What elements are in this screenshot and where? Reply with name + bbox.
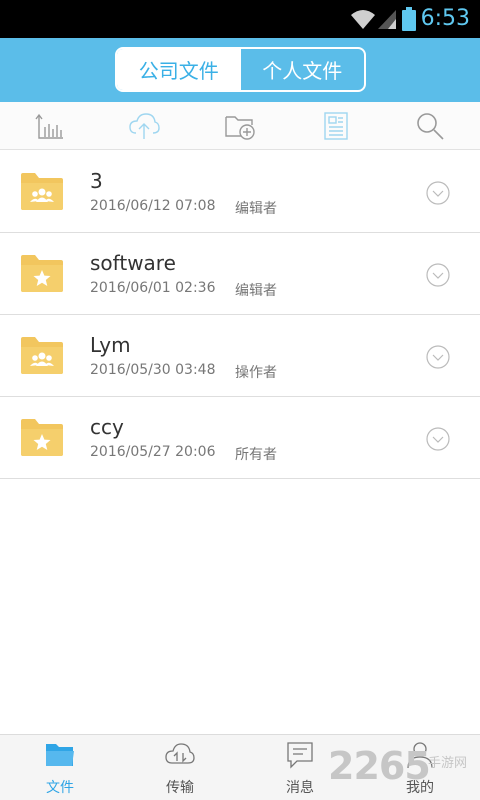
file-date: 2016/06/01 02:36 <box>90 280 216 296</box>
file-scope-switch: 公司文件 个人文件 <box>115 47 366 92</box>
star-folder-icon <box>21 255 63 292</box>
watermark: 2265 手游网 <box>328 744 478 794</box>
transfer-cloud-icon <box>165 743 195 764</box>
signal-icon <box>378 10 396 29</box>
file-date: 2016/05/30 03:48 <box>90 362 216 378</box>
nav-files[interactable]: 文件 <box>20 741 100 797</box>
sort-chart-icon[interactable] <box>34 110 66 142</box>
status-bar: 6:53 <box>0 0 480 38</box>
message-icon <box>287 742 313 769</box>
file-name: Lym <box>90 333 131 357</box>
shared-folder-icon <box>21 173 63 210</box>
shared-folder-icon <box>21 337 63 374</box>
watermark-text: 手游网 <box>428 756 468 771</box>
nav-label: 文件 <box>46 780 74 796</box>
file-list: 3 2016/06/12 07:08 编辑者 software 2016/06/… <box>0 151 480 479</box>
file-role: 编辑者 <box>235 201 277 217</box>
file-role: 所有者 <box>235 447 277 463</box>
chevron-down-icon[interactable] <box>426 427 450 451</box>
tab-company-files[interactable]: 公司文件 <box>117 49 241 90</box>
chevron-down-icon[interactable] <box>426 263 450 287</box>
file-role: 编辑者 <box>235 283 277 299</box>
file-date: 2016/05/27 20:06 <box>90 444 216 460</box>
file-row[interactable]: software 2016/06/01 02:36 编辑者 <box>0 233 480 315</box>
battery-icon <box>402 7 416 31</box>
search-icon[interactable] <box>414 110 446 142</box>
nav-transfer[interactable]: 传输 <box>140 741 220 797</box>
star-folder-icon <box>21 419 63 456</box>
status-time: 6:53 <box>420 6 470 31</box>
file-date: 2016/06/12 07:08 <box>90 198 216 214</box>
file-row[interactable]: ccy 2016/05/27 20:06 所有者 <box>0 397 480 479</box>
file-role: 操作者 <box>235 365 277 381</box>
chevron-down-icon[interactable] <box>426 181 450 205</box>
upload-cloud-icon[interactable] <box>128 110 160 142</box>
action-toolbar <box>0 102 480 150</box>
wifi-icon <box>351 10 375 29</box>
file-name: ccy <box>90 415 124 439</box>
folder-icon <box>46 744 74 766</box>
file-name: 3 <box>90 169 103 193</box>
document-icon[interactable] <box>320 110 352 142</box>
chevron-down-icon[interactable] <box>426 345 450 369</box>
new-folder-icon[interactable] <box>224 110 256 142</box>
file-row[interactable]: 3 2016/06/12 07:08 编辑者 <box>0 151 480 233</box>
file-row[interactable]: Lym 2016/05/30 03:48 操作者 <box>0 315 480 397</box>
app-header: 公司文件 个人文件 <box>0 38 480 102</box>
file-name: software <box>90 251 176 275</box>
nav-label: 传输 <box>166 780 194 796</box>
watermark-number: 2265 <box>328 744 431 788</box>
tab-personal-files[interactable]: 个人文件 <box>241 49 365 90</box>
